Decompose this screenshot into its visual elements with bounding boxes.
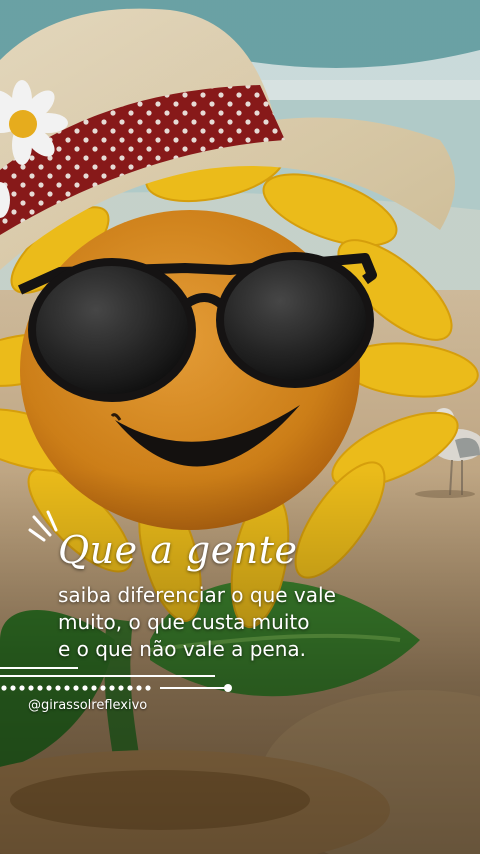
story-card: Que a gente saiba diferenciar o que vale… [0,0,480,854]
sunflower-beach-image [0,0,480,854]
